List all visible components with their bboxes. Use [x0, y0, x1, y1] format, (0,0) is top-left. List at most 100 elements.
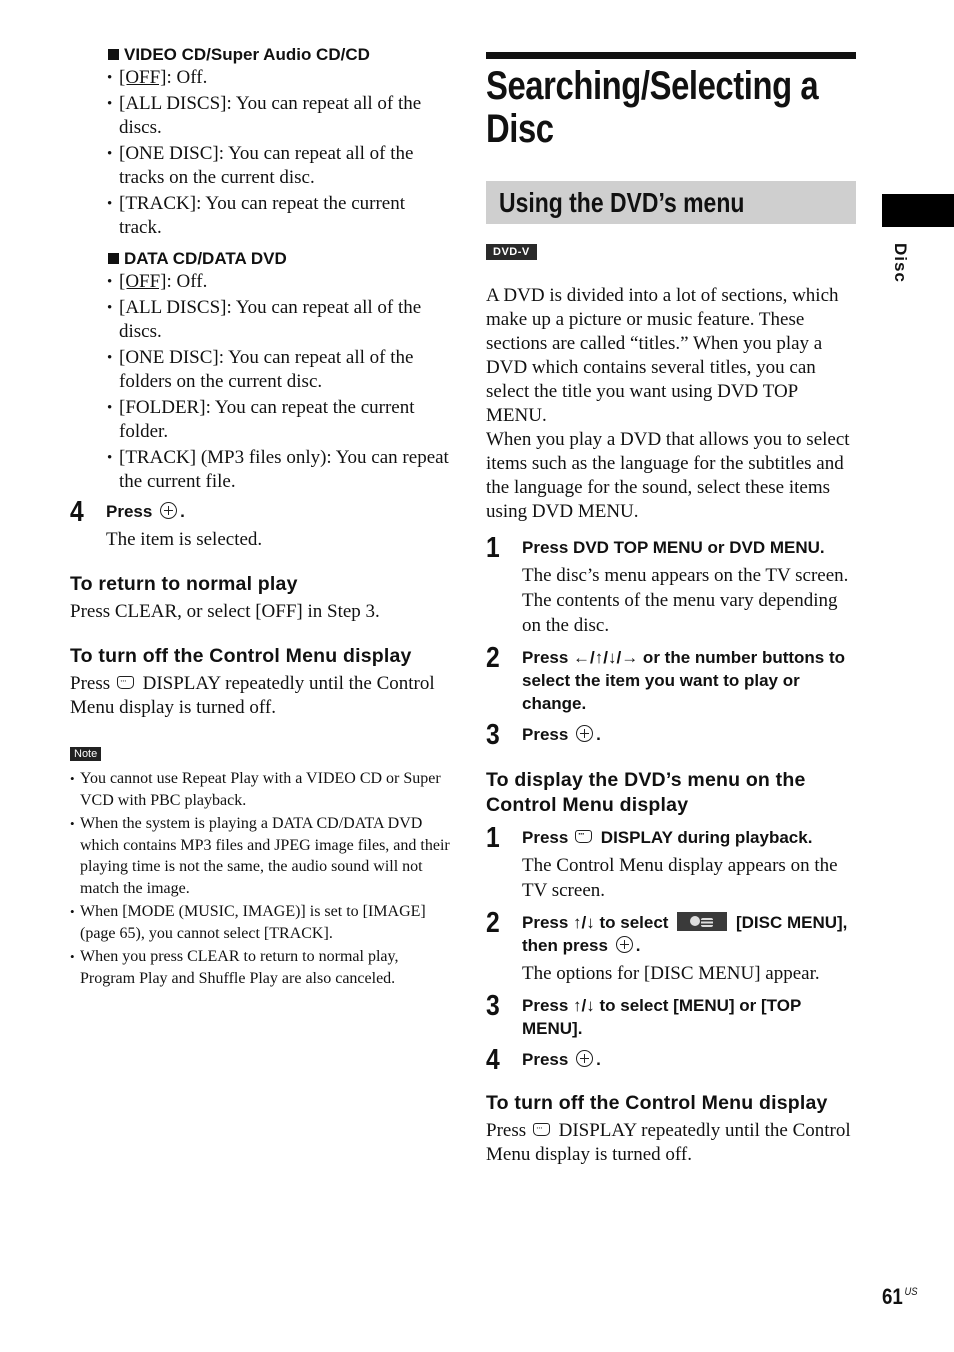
display-button-icon	[575, 823, 593, 846]
left-column: VIDEO CD/Super Audio CD/CD[OFF]: Off.[AL…	[70, 44, 450, 991]
option-key: [ONE DISC]	[119, 347, 219, 368]
step-title-period: .	[596, 725, 601, 744]
step-title: Press .	[522, 723, 856, 746]
section-heading: To turn off the Control Menu display	[70, 645, 412, 667]
section-body: Press DISPLAY repeatedly until the Contr…	[486, 1116, 856, 1167]
option-group-title: VIDEO CD/Super Audio CD/CD	[124, 45, 370, 64]
square-bullet-icon	[108, 253, 119, 264]
disc-menu-icon	[677, 912, 728, 931]
option-group-title: DATA CD/DATA DVD	[124, 249, 287, 268]
step-2: 2 Press ←/↑/↓/→ or the number buttons to…	[486, 642, 856, 715]
option-list: [OFF]: Off.[ALL DISCS]: You can repeat a…	[107, 270, 450, 494]
intro-paragraph-1: A DVD is divided into a lot of sections,…	[486, 285, 839, 426]
body-text: Press	[486, 1120, 527, 1141]
turn-off-section-right: To turn off the Control Menu display Pre…	[486, 1091, 856, 1167]
cm-step-2: 2 Press ↑/↓ to select [DISC MENU], then …	[486, 907, 856, 986]
note-label: Note	[70, 747, 102, 761]
option-item: [OFF]: Off.	[107, 66, 450, 90]
section-body: Press DISPLAY repeatedly until the Contr…	[70, 669, 450, 720]
section-bar: Using the DVD’s menu	[486, 181, 856, 224]
step-title: Press .	[522, 1048, 856, 1071]
page-region-code: US	[904, 1286, 918, 1298]
step-title-period: .	[635, 936, 641, 955]
option-key: [ALL DISCS]	[119, 93, 227, 114]
repeat-option-groups: VIDEO CD/Super Audio CD/CD[OFF]: Off.[AL…	[70, 44, 450, 494]
section-body: Press CLEAR, or select [OFF] in Step 3.	[70, 601, 380, 622]
option-key: [OFF]	[119, 271, 167, 292]
section-title: Using the DVD’s menu	[499, 187, 745, 218]
title-rule	[486, 52, 856, 59]
step-number: 4	[70, 496, 84, 528]
step-title: Press ↑/↓ to select [MENU] or [TOP MENU]…	[522, 996, 801, 1038]
step-title-text: Press	[522, 1050, 569, 1069]
option-key: [ALL DISCS]	[119, 297, 227, 318]
option-key: [OFF]	[119, 67, 167, 88]
option-item: [ONE DISC]: You can repeat all of the tr…	[107, 142, 450, 190]
step-body: The disc’s menu appears on the TV screen…	[522, 565, 849, 636]
option-item: [OFF]: Off.	[107, 270, 450, 294]
step-title-text: Press ↑/↓ to select	[522, 913, 669, 932]
step-title-period: .	[180, 502, 185, 521]
step-title: Press DVD TOP MENU or DVD MENU.	[522, 538, 825, 557]
option-item: [ALL DISCS]: You can repeat all of the d…	[107, 92, 450, 140]
option-item: [TRACK] (MP3 files only): You can repeat…	[107, 446, 450, 494]
page-number: 61 US	[882, 1284, 918, 1310]
option-key: [ONE DISC]	[119, 143, 219, 164]
step-number: 3	[486, 990, 500, 1022]
option-description: : Off.	[166, 271, 208, 292]
step-number: 1	[486, 532, 500, 564]
display-button-icon	[532, 1116, 550, 1140]
page-number-value: 61	[882, 1284, 903, 1309]
control-menu-heading: To display the DVD’s menu on the Control…	[486, 769, 806, 816]
step-body: The Control Menu display appears on the …	[522, 855, 838, 901]
cm-step-4: 4 Press .	[486, 1044, 856, 1076]
note-item: When the system is playing a DATA CD/DAT…	[70, 813, 450, 899]
step-title: Press ←/↑/↓/→ or the number buttons to s…	[522, 648, 846, 713]
note-item: When you press CLEAR to return to normal…	[70, 946, 450, 989]
option-key: [TRACK]	[119, 447, 197, 468]
step-title-text: Press	[522, 828, 569, 847]
step-3: 3 Press .	[486, 719, 856, 751]
turn-off-section: To turn off the Control Menu display Pre…	[70, 644, 450, 720]
option-item: [ALL DISCS]: You can repeat all of the d…	[107, 296, 450, 344]
enter-button-icon	[576, 1050, 594, 1067]
option-item: [TRACK]: You can repeat the current trac…	[107, 192, 450, 240]
option-key: [FOLDER]	[119, 397, 206, 418]
right-column: Searching/Selecting a Disc Using the DVD…	[486, 52, 856, 1167]
step-title: Press .	[106, 500, 450, 523]
option-description: : Off.	[166, 67, 208, 88]
intro-paragraph-2: When you play a DVD that allows you to s…	[486, 429, 850, 522]
square-bullet-icon	[108, 49, 119, 60]
step-number: 4	[486, 1044, 500, 1076]
option-list: [OFF]: Off.[ALL DISCS]: You can repeat a…	[107, 66, 450, 240]
note-list: You cannot use Repeat Play with a VIDEO …	[70, 768, 450, 989]
return-normal-section: To return to normal play Press CLEAR, or…	[70, 572, 450, 624]
step-title-text: Press	[106, 502, 153, 521]
step-number: 2	[486, 907, 500, 939]
enter-button-icon	[615, 936, 633, 953]
step-title: Press ↑/↓ to select [DISC MENU], then pr…	[522, 911, 856, 957]
step-number: 1	[486, 822, 500, 854]
note-item: When [MODE (MUSIC, IMAGE)] is set to [IM…	[70, 901, 450, 944]
page-title: Searching/Selecting a Disc	[486, 64, 819, 151]
option-group-heading: VIDEO CD/Super Audio CD/CD	[108, 44, 450, 66]
enter-button-icon	[160, 502, 178, 519]
enter-button-icon	[576, 725, 594, 742]
step-1: 1 Press DVD TOP MENU or DVD MENU. The di…	[486, 532, 856, 638]
step-title-period: .	[596, 1050, 601, 1069]
cm-step-3: 3 Press ↑/↓ to select [MENU] or [TOP MEN…	[486, 990, 856, 1040]
step-title-text: DISPLAY during playback.	[600, 828, 813, 847]
option-item: [ONE DISC]: You can repeat all of the fo…	[107, 346, 450, 394]
option-item: [FOLDER]: You can repeat the current fol…	[107, 396, 450, 444]
step-body: The item is selected.	[106, 529, 263, 550]
step-number: 2	[486, 642, 500, 674]
chapter-tab-label: Disc	[891, 243, 910, 283]
section-heading: To return to normal play	[70, 573, 298, 595]
section-heading: To turn off the Control Menu display	[486, 1092, 828, 1114]
step-body: The options for [DISC MENU] appear.	[522, 963, 820, 984]
option-group-heading: DATA CD/DATA DVD	[108, 248, 450, 270]
note-item: You cannot use Repeat Play with a VIDEO …	[70, 768, 450, 811]
step-number: 3	[486, 719, 500, 751]
step-4: 4 Press . The item is selected.	[70, 496, 450, 552]
dvd-v-badge: DVD-V	[486, 244, 537, 260]
